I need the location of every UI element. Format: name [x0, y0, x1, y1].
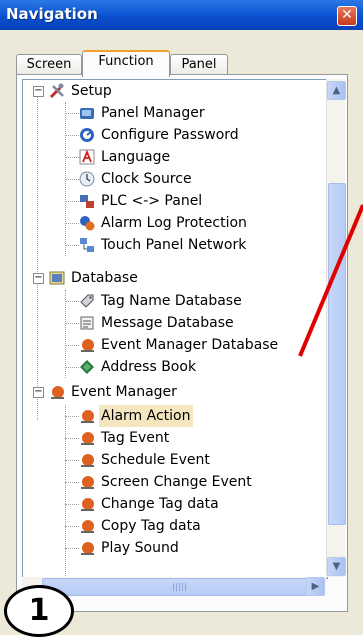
title-bar[interactable]: Navigation ✕ [0, 0, 363, 30]
tree-line [65, 405, 66, 578]
tree-line [65, 526, 79, 527]
alarm-log-icon [80, 216, 95, 231]
event-icon [81, 520, 94, 533]
tree-line [65, 113, 79, 114]
tree-line [37, 90, 38, 420]
tree-line [65, 223, 79, 224]
database-icon [49, 271, 65, 285]
tree-line [65, 548, 79, 549]
vertical-scroll-thumb[interactable] [328, 183, 346, 525]
event-icon [81, 498, 94, 511]
tree-item-label: Tag Event [101, 430, 170, 446]
tree-line [65, 301, 79, 302]
tab-panel[interactable]: Panel [170, 54, 228, 75]
tree-item-label: PLC <-> Panel [101, 193, 203, 209]
collapse-icon[interactable]: − [33, 387, 44, 398]
event-icon [81, 454, 94, 467]
tree-item-label: Panel Manager [101, 105, 205, 121]
event-icon [81, 542, 94, 555]
navigation-panel: Navigation ✕ Screen Function Panel − Set… [0, 0, 363, 637]
scroll-grip-icon [173, 583, 187, 591]
collapse-icon[interactable]: − [33, 273, 44, 284]
tree-item-label: Tag Name Database [101, 293, 242, 309]
tree-line [65, 245, 79, 246]
window-title: Navigation [6, 5, 98, 23]
tree-item-label: Address Book [101, 359, 197, 375]
tree-line [65, 460, 79, 461]
tree-group-label: Setup [71, 83, 112, 99]
plc-panel-icon [80, 195, 94, 208]
tree-line [65, 345, 79, 346]
tree-line [65, 438, 79, 439]
tree-group-label: Event Manager [71, 384, 177, 400]
scroll-right-button[interactable]: ▶ [306, 577, 325, 596]
tree-item-label: Message Database [101, 315, 234, 331]
tree-line [65, 367, 79, 368]
panel-manager-icon [80, 108, 94, 119]
event-icon [81, 476, 94, 489]
tools-icon [49, 83, 64, 99]
tree-item-label: Schedule Event [101, 452, 210, 468]
scroll-up-button[interactable]: ▲ [327, 81, 346, 100]
tree-line [65, 135, 79, 136]
password-icon [80, 128, 94, 142]
vertical-scrollbar[interactable]: ▲ ▼ [326, 79, 346, 577]
tree-item-label: Configure Password [101, 127, 239, 143]
scroll-down-button[interactable]: ▼ [327, 557, 346, 576]
event-icon [81, 410, 94, 423]
event-icon [81, 432, 94, 445]
tree-line [65, 482, 79, 483]
collapse-icon[interactable]: − [33, 86, 44, 97]
tree-line [65, 179, 79, 180]
tree-line [65, 157, 79, 158]
event-manager-icon [51, 386, 64, 399]
event-db-icon [81, 339, 94, 352]
tree-line [65, 290, 66, 378]
annotation-callout: 1 [4, 585, 74, 637]
tree-line [65, 201, 79, 202]
message-icon [80, 316, 94, 330]
tree-item-label: Clock Source [101, 171, 192, 187]
horizontal-scrollbar[interactable]: ▶ [22, 577, 326, 596]
tree-item-label: Alarm Action [99, 405, 193, 427]
tree-line [65, 504, 79, 505]
tree-item-label: Event Manager Database [101, 337, 279, 353]
clock-icon [79, 171, 95, 187]
tree-line [65, 323, 79, 324]
tree-group-label: Database [71, 270, 138, 286]
close-button[interactable]: ✕ [337, 6, 357, 26]
tag-icon [80, 294, 94, 308]
tree-item-label: Language [101, 149, 171, 165]
tree-item-label: Touch Panel Network [101, 237, 247, 253]
function-tree: − Setup Panel Manager Configure Password [22, 79, 328, 579]
tree-item-label: Play Sound [101, 540, 179, 556]
network-icon [80, 238, 94, 252]
tree-item-label: Screen Change Event [101, 474, 252, 490]
tree-item-label: Change Tag data [101, 496, 219, 512]
address-book-icon [80, 360, 94, 374]
horizontal-scroll-thumb[interactable] [42, 578, 319, 596]
tree-line [65, 416, 79, 417]
tab-function[interactable]: Function [82, 50, 170, 77]
tab-screen[interactable]: Screen [16, 54, 82, 75]
tree-item-label: Copy Tag data [101, 518, 201, 534]
language-icon [79, 149, 95, 165]
tree-item-label: Alarm Log Protection [101, 215, 247, 231]
